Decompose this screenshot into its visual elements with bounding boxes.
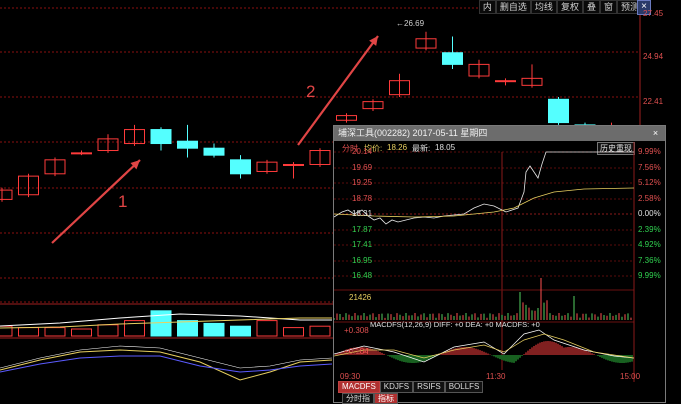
pct-tick: 7.56% <box>638 163 661 172</box>
time-mid: 11:30 <box>486 372 506 381</box>
volume-bar <box>44 327 66 337</box>
macd-readout: MACDFS(12,26,9) DIFF: +0 DEA: +0 MACDFS:… <box>370 320 540 329</box>
volume-bar <box>18 327 39 337</box>
tab-macdfs[interactable]: MACDFS <box>338 381 380 393</box>
toolbar-item-adjust[interactable]: 复权 <box>556 0 583 14</box>
volume-bar <box>230 325 251 337</box>
price-tick: 16.48 <box>352 271 373 280</box>
annotation-arrow-2-head <box>369 36 378 46</box>
price-tick: 18.31 <box>352 209 373 218</box>
pct-tick: 7.36% <box>638 256 661 265</box>
time-end: 15:00 <box>620 372 641 381</box>
candle-body <box>203 147 225 156</box>
indicator-tabs: MACDFS KDJFS RSIFS BOLLFS <box>338 381 484 393</box>
macd-tick: +0.308 <box>344 326 369 335</box>
candle-body <box>71 152 92 155</box>
popup-close-icon[interactable]: × <box>650 128 661 138</box>
sub-tabs: 分时指 指标 <box>342 393 398 404</box>
time-start: 09:30 <box>340 372 361 381</box>
macd-dea-line <box>0 349 333 381</box>
volume-bar <box>283 327 304 337</box>
toolbar-item-ma[interactable]: 均线 <box>530 0 557 14</box>
volume-bar <box>177 320 198 337</box>
tab-kdjfs[interactable]: KDJFS <box>379 381 414 393</box>
candle-body <box>177 140 198 149</box>
tab-bollfs[interactable]: BOLLFS <box>444 381 484 393</box>
pct-tick: 9.99% <box>638 147 661 156</box>
macd-tick: +0.104 <box>344 347 369 356</box>
macd-diff-line <box>334 329 635 363</box>
toolbar-item-overlay[interactable]: 叠 <box>582 0 600 14</box>
pct-tick: 2.58% <box>638 194 661 203</box>
pct-tick: 4.92% <box>638 240 661 249</box>
intraday-chart[interactable] <box>334 142 665 382</box>
price-axis-tick: 27.45 <box>643 9 664 18</box>
price-tick: 17.87 <box>352 225 373 234</box>
toolbar-item-remove-favorite[interactable]: 删自选 <box>495 0 531 14</box>
price-tick: 19.69 <box>352 163 373 172</box>
annotation-2: 2 <box>306 82 316 101</box>
price-tick: 17.41 <box>352 240 373 249</box>
candle-body <box>495 80 516 83</box>
peak-price-value: 26.69 <box>404 19 425 28</box>
candle-body <box>548 98 569 124</box>
candle-body <box>230 159 251 175</box>
annotation-1: 1 <box>118 192 128 211</box>
price-tick: 16.95 <box>352 256 373 265</box>
peak-price-label: ←26.69 <box>396 19 425 28</box>
volume-bar <box>309 325 331 337</box>
price-axis-tick: 24.94 <box>643 52 664 61</box>
tab-indicator[interactable]: 指标 <box>374 393 398 404</box>
volume-bar <box>203 322 225 337</box>
pct-tick: 0.00% <box>638 209 661 218</box>
volume-bar <box>97 324 119 337</box>
price-tick: 19.25 <box>352 178 373 187</box>
chart-toolbar: 内 删自选 均线 复权 叠 窗 预测 <box>478 0 643 14</box>
price-axis-tick: 22.41 <box>643 97 664 106</box>
price-tick: 20.14 <box>352 147 373 156</box>
volume-bar <box>71 328 92 337</box>
price-tick: 18.78 <box>352 194 373 203</box>
candle-body <box>283 163 304 166</box>
candle-body <box>442 52 463 65</box>
popup-title[interactable]: 埔深工具(002282) 2017-05-11 星期四 <box>334 126 665 141</box>
tab-intraday-indicator[interactable]: 分时指 <box>342 393 374 404</box>
tab-rsifs[interactable]: RSIFS <box>413 381 445 393</box>
avg-price-line <box>334 187 635 218</box>
pct-tick: 9.99% <box>638 271 661 280</box>
volume-bar <box>256 320 278 337</box>
toolbar-item-inner[interactable]: 内 <box>478 0 496 14</box>
pct-tick: 5.12% <box>638 178 661 187</box>
volume-tick: 21426 <box>349 293 372 302</box>
pct-tick: 2.39% <box>638 225 661 234</box>
toolbar-item-window[interactable]: 窗 <box>599 0 617 14</box>
candle-body <box>150 129 172 145</box>
